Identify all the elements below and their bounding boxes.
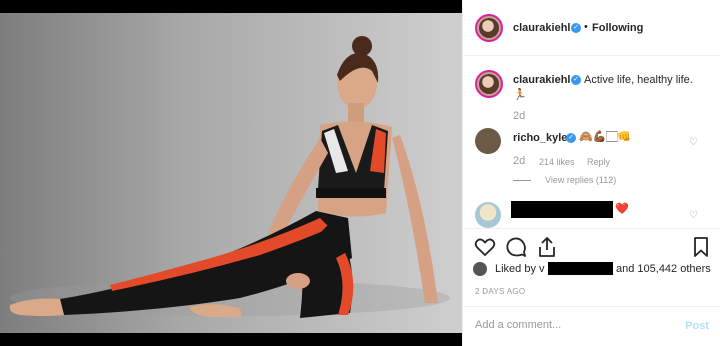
likes-count[interactable]: and 105,442 others (616, 263, 711, 275)
following-button[interactable]: Following (592, 22, 643, 34)
caption-time[interactable]: 2d (513, 110, 525, 122)
instagram-post-modal: claurakiehl ✓ • Following claurakiehl ✓ … (0, 0, 720, 346)
verified-icon: ✓ (571, 75, 581, 85)
caption-avatar[interactable] (475, 70, 503, 98)
replies-divider (513, 180, 531, 181)
liked-by-text: Liked by v (495, 263, 545, 275)
view-replies-link[interactable]: View replies (112) (545, 175, 616, 185)
commenter-avatar[interactable] (475, 128, 501, 154)
verified-icon: ✓ (571, 23, 581, 33)
comment-like-icon[interactable]: ♡ (689, 137, 699, 148)
post-date[interactable]: 2 DAYS AGO (475, 287, 525, 296)
photo-illustration (9, 36, 450, 318)
heart-emoji: ❤️ (615, 203, 629, 215)
comment-username[interactable]: richo_kyle (513, 132, 567, 144)
share-icon[interactable] (535, 235, 559, 259)
redacted-liker (548, 262, 613, 275)
post-photo[interactable] (0, 13, 462, 333)
header-separator: • (584, 21, 588, 33)
comment-input[interactable] (475, 319, 675, 331)
comment-text: 🙈💪🏾🏻👊 (579, 131, 632, 143)
liker-avatar[interactable] (473, 262, 487, 276)
caption-emoji: 🏃 (513, 89, 527, 101)
author-avatar[interactable] (475, 14, 503, 42)
commenter-avatar[interactable] (475, 202, 501, 228)
caption-text: Active life, healthy life. (584, 74, 693, 86)
post-button[interactable]: Post (685, 320, 709, 332)
post-side-panel: claurakiehl ✓ • Following claurakiehl ✓ … (462, 0, 720, 346)
reply-button[interactable]: Reply (587, 157, 610, 167)
comment-likes[interactable]: 214 likes (539, 157, 575, 167)
comment-composer: Post (463, 306, 720, 346)
action-bar (463, 228, 720, 262)
caption-username[interactable]: claurakiehl (513, 74, 570, 86)
comment-icon[interactable] (504, 235, 528, 259)
bookmark-icon[interactable] (689, 235, 713, 259)
post-header: claurakiehl ✓ • Following (463, 0, 720, 56)
verified-icon: ✓ (566, 133, 576, 143)
comment-time[interactable]: 2d (513, 155, 525, 167)
redacted-username (511, 201, 613, 218)
comment-like-icon[interactable]: ♡ (689, 210, 699, 221)
author-username[interactable]: claurakiehl (513, 22, 570, 34)
heart-icon[interactable] (473, 235, 497, 259)
